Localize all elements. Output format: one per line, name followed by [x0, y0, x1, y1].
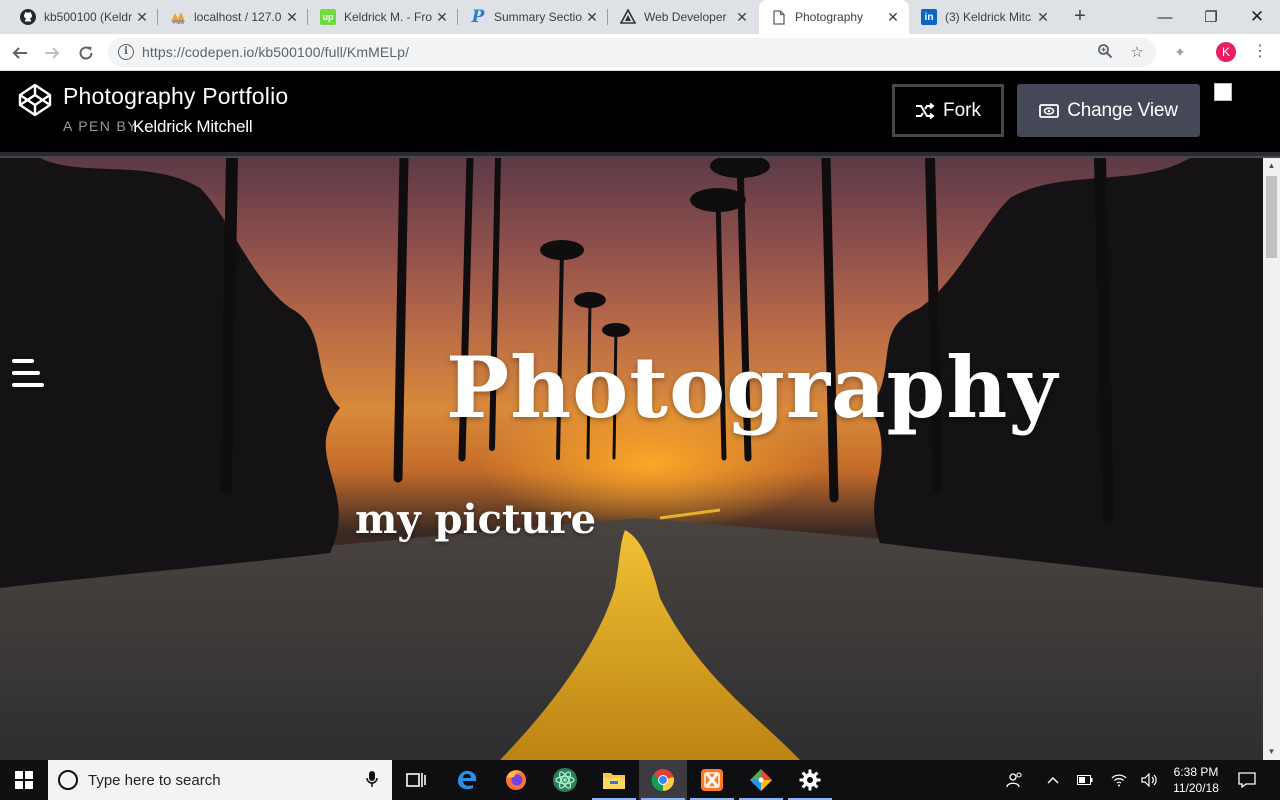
profile-avatar[interactable]: K — [1216, 42, 1236, 62]
cortana-icon — [58, 770, 78, 790]
firefox-icon[interactable] — [492, 760, 540, 800]
volume-icon[interactable] — [1138, 760, 1162, 800]
close-tab-icon[interactable]: ✕ — [284, 9, 300, 26]
edge-icon[interactable] — [443, 760, 491, 800]
action-center-icon[interactable] — [1234, 760, 1260, 800]
fork-label: Fork — [943, 99, 981, 121]
taskbar-search-box[interactable]: Type here to search — [48, 760, 392, 800]
user-avatar-image[interactable] — [1214, 83, 1232, 101]
search-placeholder: Type here to search — [88, 772, 221, 789]
document-icon — [771, 9, 787, 25]
upwork-icon: up — [320, 9, 336, 25]
triangle-icon — [620, 9, 636, 25]
show-hidden-icons-chevron-icon[interactable] — [1042, 760, 1064, 800]
p-icon: P — [471, 7, 485, 27]
reload-button[interactable] — [72, 39, 100, 67]
tab-phpmyadmin[interactable]: PMA localhost / 127.0 ✕ — [158, 0, 308, 34]
fork-button[interactable]: Fork — [892, 84, 1004, 137]
change-view-label: Change View — [1067, 99, 1178, 121]
tab-github[interactable]: kb500100 (Keldr ✕ — [8, 0, 158, 34]
github-icon — [20, 9, 36, 25]
close-tab-icon[interactable]: ✕ — [1035, 9, 1051, 26]
close-tab-icon[interactable]: ✕ — [434, 9, 450, 26]
address-bar[interactable]: i https://codepen.io/kb500100/full/KmMEL… — [108, 38, 1156, 67]
hero-title: Photography — [446, 338, 1059, 437]
scroll-up-arrow-icon[interactable]: ▲ — [1263, 158, 1280, 174]
close-tab-icon[interactable]: ✕ — [734, 9, 750, 26]
zoom-icon[interactable] — [1096, 43, 1114, 61]
wifi-icon[interactable] — [1108, 760, 1130, 800]
clock-date: 11/20/18 — [1173, 781, 1219, 795]
xampp-icon[interactable] — [688, 760, 736, 800]
scroll-down-arrow-icon[interactable]: ▼ — [1263, 744, 1280, 760]
linkedin-icon: in — [921, 9, 937, 25]
task-view-icon[interactable] — [392, 760, 440, 800]
forward-arrow-icon — [45, 47, 60, 59]
hero-section: Photography my picture — [0, 158, 1263, 760]
close-tab-icon[interactable]: ✕ — [134, 9, 150, 26]
url-text[interactable]: https://codepen.io/kb500100/full/KmMELp/ — [142, 44, 409, 60]
hamburger-menu-icon[interactable] — [12, 359, 44, 389]
codepen-header: Photography Portfolio A PEN BY Keldrick … — [0, 71, 1280, 152]
battery-icon[interactable] — [1074, 760, 1096, 800]
site-info-icon[interactable]: i — [118, 44, 134, 60]
change-view-icon — [1039, 103, 1060, 118]
pen-author-link[interactable]: Keldrick Mitchell — [133, 117, 253, 137]
new-tab-button[interactable]: + — [1068, 5, 1092, 29]
browser-tab-strip: kb500100 (Keldr ✕ PMA localhost / 127.0 … — [0, 0, 1280, 34]
codepen-logo-icon[interactable] — [18, 83, 52, 117]
start-button[interactable] — [0, 760, 48, 800]
tab-title: Summary Sectio — [494, 10, 583, 24]
svg-text:PMA: PMA — [173, 20, 185, 25]
settings-icon[interactable] — [786, 760, 834, 800]
tab-upwork[interactable]: up Keldrick M. - Fro ✕ — [308, 0, 458, 34]
extension-puzzle-icon[interactable]: ✦ — [1170, 42, 1190, 62]
fork-icon — [916, 102, 935, 119]
windows-logo-icon — [15, 771, 33, 789]
scrollbar-thumb[interactable] — [1266, 176, 1277, 258]
people-icon[interactable] — [1002, 760, 1028, 800]
atom-icon[interactable] — [541, 760, 589, 800]
maximize-button[interactable]: ❐ — [1188, 0, 1234, 34]
reload-icon — [79, 46, 93, 60]
close-tab-icon[interactable]: ✕ — [885, 9, 901, 26]
pen-byline: A PEN BY — [63, 118, 139, 134]
minimize-button[interactable]: — — [1142, 0, 1188, 34]
browser-menu-icon[interactable]: ⋮ — [1252, 42, 1268, 62]
change-view-button[interactable]: Change View — [1017, 84, 1200, 137]
browser-toolbar: i https://codepen.io/kb500100/full/KmMEL… — [0, 34, 1280, 71]
back-arrow-icon — [12, 47, 27, 59]
tab-title: Photography — [795, 10, 864, 24]
bookmark-star-icon[interactable]: ☆ — [1128, 43, 1146, 61]
tab-web-developer[interactable]: Web Developer ✕ — [608, 0, 758, 34]
clock-time: 6:38 PM — [1173, 765, 1219, 779]
phpmyadmin-icon: PMA — [170, 9, 186, 25]
tab-title: kb500100 (Keldr — [44, 10, 133, 24]
windows-taskbar: Type here to search 6:38 PM 11/20/18 — [0, 760, 1280, 800]
tab-title: Web Developer — [644, 10, 727, 24]
tab-title: Keldrick M. - Fro — [344, 10, 433, 24]
tab-title: localhost / 127.0 — [194, 10, 282, 24]
file-explorer-icon[interactable] — [590, 760, 638, 800]
tab-title: (3) Keldrick Mitc — [945, 10, 1032, 24]
hero-subtitle: my picture — [355, 496, 597, 543]
tab-linkedin[interactable]: in (3) Keldrick Mitc ✕ — [909, 0, 1059, 34]
tab-summary-section[interactable]: P Summary Sectio ✕ — [458, 0, 608, 34]
tab-photography[interactable]: Photography ✕ — [759, 0, 909, 34]
close-window-button[interactable]: ✕ — [1234, 0, 1280, 34]
close-tab-icon[interactable]: ✕ — [584, 9, 600, 26]
system-clock[interactable]: 6:38 PM 11/20/18 — [1168, 764, 1224, 796]
pen-title: Photography Portfolio — [63, 83, 289, 109]
back-button[interactable] — [6, 39, 34, 67]
git-icon[interactable] — [737, 760, 785, 800]
chrome-icon[interactable] — [639, 760, 687, 800]
microphone-icon[interactable] — [364, 770, 380, 790]
hero-background-image — [0, 158, 1263, 760]
forward-button[interactable] — [38, 39, 66, 67]
